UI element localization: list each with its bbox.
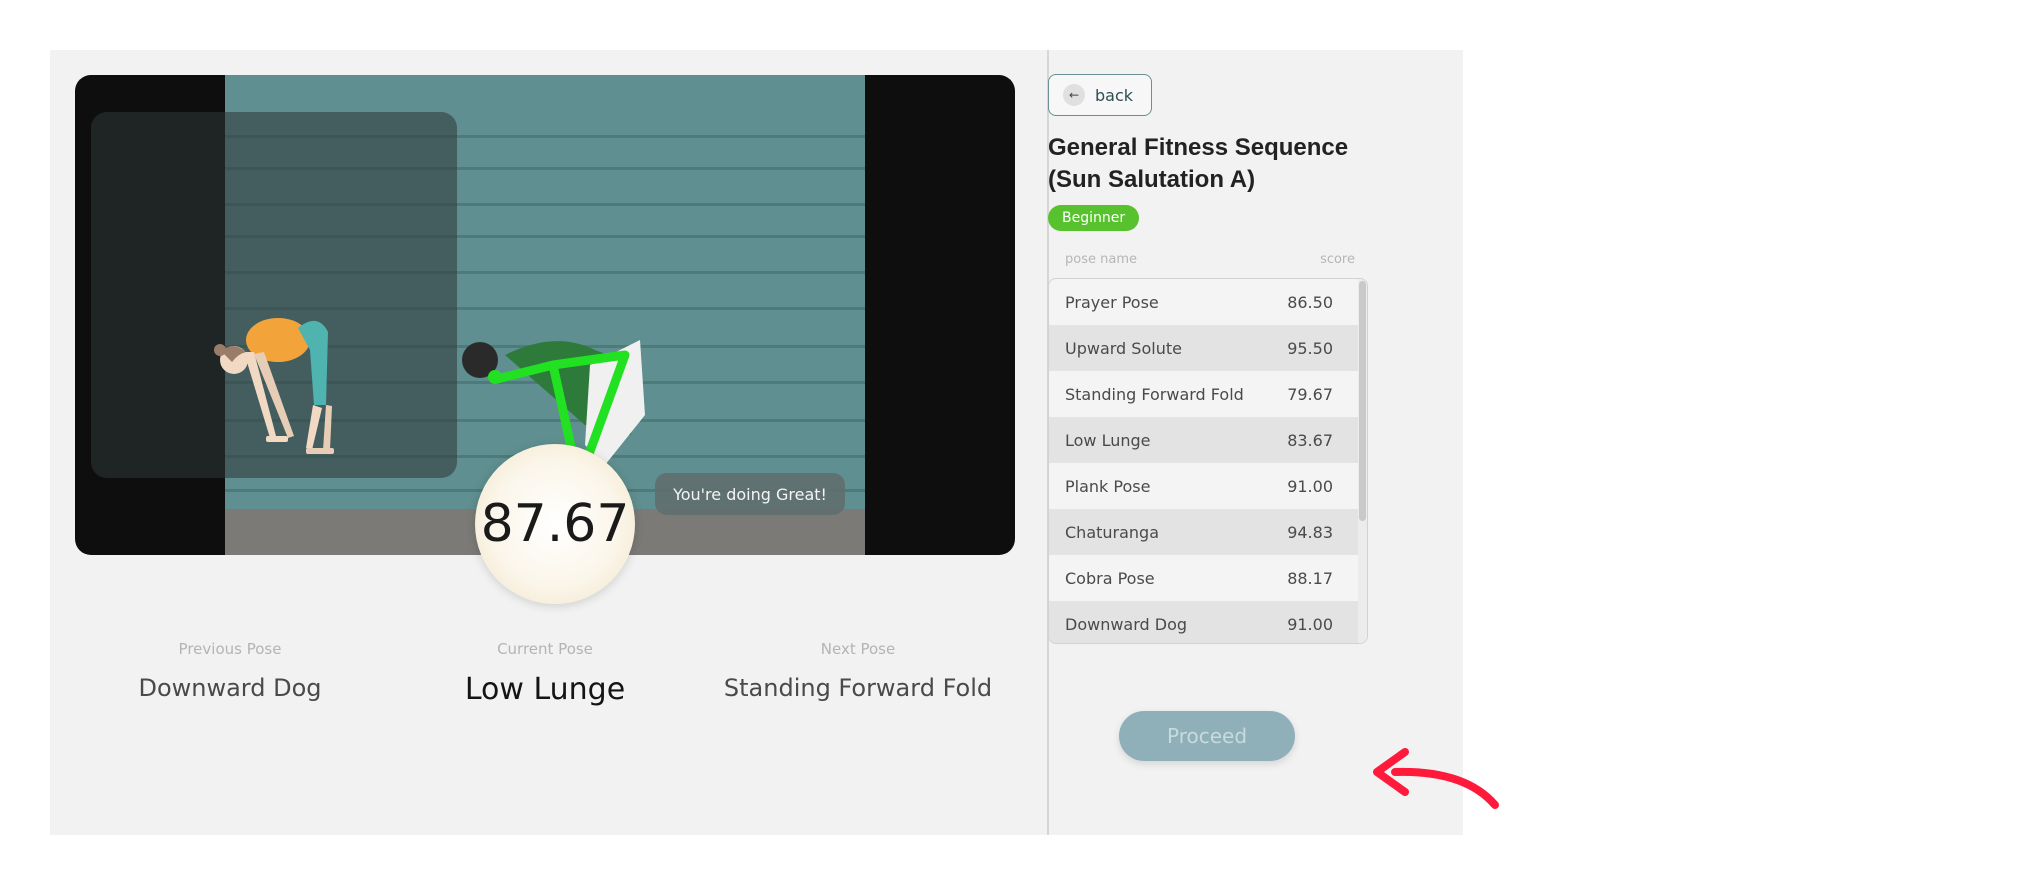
- arrow-left-icon: ←: [1063, 84, 1085, 106]
- table-row: Cobra Pose 88.17: [1049, 555, 1358, 601]
- sequence-title: General Fitness Sequence (Sun Salutation…: [1048, 134, 1349, 193]
- pose-name: Upward Solute: [1065, 338, 1182, 358]
- table-scrollbar[interactable]: [1358, 279, 1367, 643]
- pose-score: 88.17: [1287, 568, 1333, 588]
- pose-score: 91.00: [1287, 476, 1333, 496]
- pose-score: 83.67: [1287, 430, 1333, 450]
- level-badge: Beginner: [1048, 205, 1140, 231]
- table-row: Plank Pose 91.00: [1049, 463, 1358, 509]
- pose-name-header: pose name: [1065, 252, 1137, 267]
- table-row: Low Lunge 83.67: [1049, 417, 1358, 463]
- pose-name: Prayer Pose: [1065, 292, 1159, 312]
- pose-score-table[interactable]: Prayer Pose 86.50 Upward Solute 95.50 St…: [1048, 278, 1368, 644]
- back-button-label: back: [1095, 85, 1134, 105]
- table-row: Prayer Pose 86.50: [1049, 279, 1358, 325]
- pose-score: 86.50: [1287, 292, 1333, 312]
- pose-score: 95.50: [1287, 338, 1333, 358]
- pose-name: Low Lunge: [1065, 430, 1151, 450]
- annotation-arrow-icon: [1373, 748, 1499, 809]
- table-row: Downward Dog 91.00: [1049, 601, 1358, 643]
- pose-name: Chaturanga: [1065, 522, 1160, 542]
- pose-name: Cobra Pose: [1065, 568, 1155, 588]
- back-button[interactable]: ← back: [1048, 74, 1152, 116]
- sidebar: ← back General Fitness Sequence (Sun Sal…: [50, 50, 1499, 835]
- score-header: score: [1320, 252, 1355, 267]
- scrollbar-thumb[interactable]: [1359, 281, 1366, 521]
- table-header: pose name score: [1065, 252, 1355, 267]
- table-row: Upward Solute 95.50: [1049, 325, 1358, 371]
- pose-score: 94.83: [1287, 522, 1333, 542]
- pose-name: Downward Dog: [1065, 614, 1188, 634]
- pose-score: 79.67: [1287, 384, 1333, 404]
- table-row: Standing Forward Fold 79.67: [1049, 371, 1358, 417]
- proceed-button[interactable]: Proceed: [1119, 711, 1295, 761]
- pose-score: 91.00: [1287, 614, 1333, 634]
- pose-name: Standing Forward Fold: [1065, 384, 1244, 404]
- table-row: Chaturanga 94.83: [1049, 509, 1358, 555]
- pose-name: Plank Pose: [1065, 476, 1151, 496]
